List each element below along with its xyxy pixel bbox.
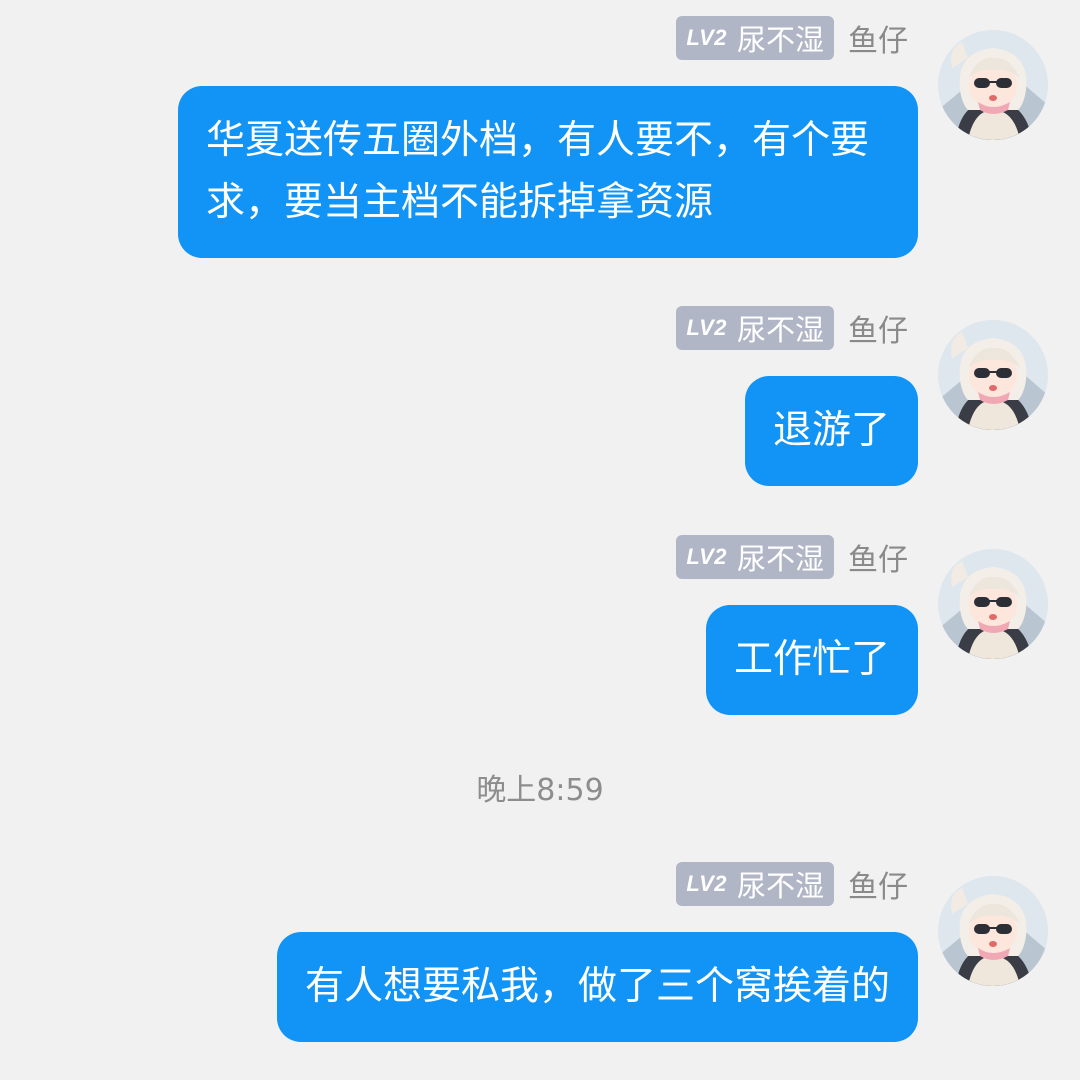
level-badge[interactable]: LV2 尿不湿	[676, 16, 834, 60]
anime-girl-avatar-icon	[938, 549, 1048, 659]
anime-girl-avatar-icon	[938, 320, 1048, 430]
level-badge[interactable]: LV2 尿不湿	[676, 535, 834, 579]
level-label: LV2	[686, 871, 727, 896]
message-header: LV2 尿不湿 鱼仔	[676, 16, 908, 60]
avatar[interactable]	[938, 549, 1048, 659]
message-bubble[interactable]: 工作忙了	[705, 605, 918, 715]
anime-girl-avatar-icon	[938, 30, 1048, 140]
level-label: LV2	[686, 544, 727, 569]
level-badge[interactable]: LV2 尿不湿	[676, 862, 834, 906]
message-header: LV2 尿不湿 鱼仔	[676, 306, 908, 350]
avatar[interactable]	[938, 30, 1048, 140]
username[interactable]: 鱼仔	[848, 16, 908, 60]
message-bubble[interactable]: 华夏送传五圈外档，有人要不，有个要求，要当主档不能拆掉拿资源	[178, 86, 918, 258]
username[interactable]: 鱼仔	[848, 862, 908, 906]
group-title-label: 尿不湿	[736, 23, 824, 57]
anime-girl-avatar-icon	[938, 876, 1048, 986]
chat-screen: { "messages": [ { "level": "LV2", "title…	[0, 0, 1080, 1080]
level-label: LV2	[686, 25, 727, 50]
message-bubble[interactable]: 有人想要私我，做了三个窝挨着的	[276, 932, 918, 1042]
avatar[interactable]	[938, 320, 1048, 430]
group-title-label: 尿不湿	[736, 542, 824, 576]
group-title-label: 尿不湿	[736, 313, 824, 347]
level-badge[interactable]: LV2 尿不湿	[676, 306, 834, 350]
level-label: LV2	[686, 315, 727, 340]
message-header: LV2 尿不湿 鱼仔	[676, 862, 908, 906]
message-header: LV2 尿不湿 鱼仔	[676, 535, 908, 579]
avatar[interactable]	[938, 876, 1048, 986]
username[interactable]: 鱼仔	[848, 306, 908, 350]
group-title-label: 尿不湿	[736, 869, 824, 903]
timestamp: 晚上8:59	[476, 773, 604, 808]
username[interactable]: 鱼仔	[848, 535, 908, 579]
message-bubble[interactable]: 退游了	[744, 376, 918, 486]
